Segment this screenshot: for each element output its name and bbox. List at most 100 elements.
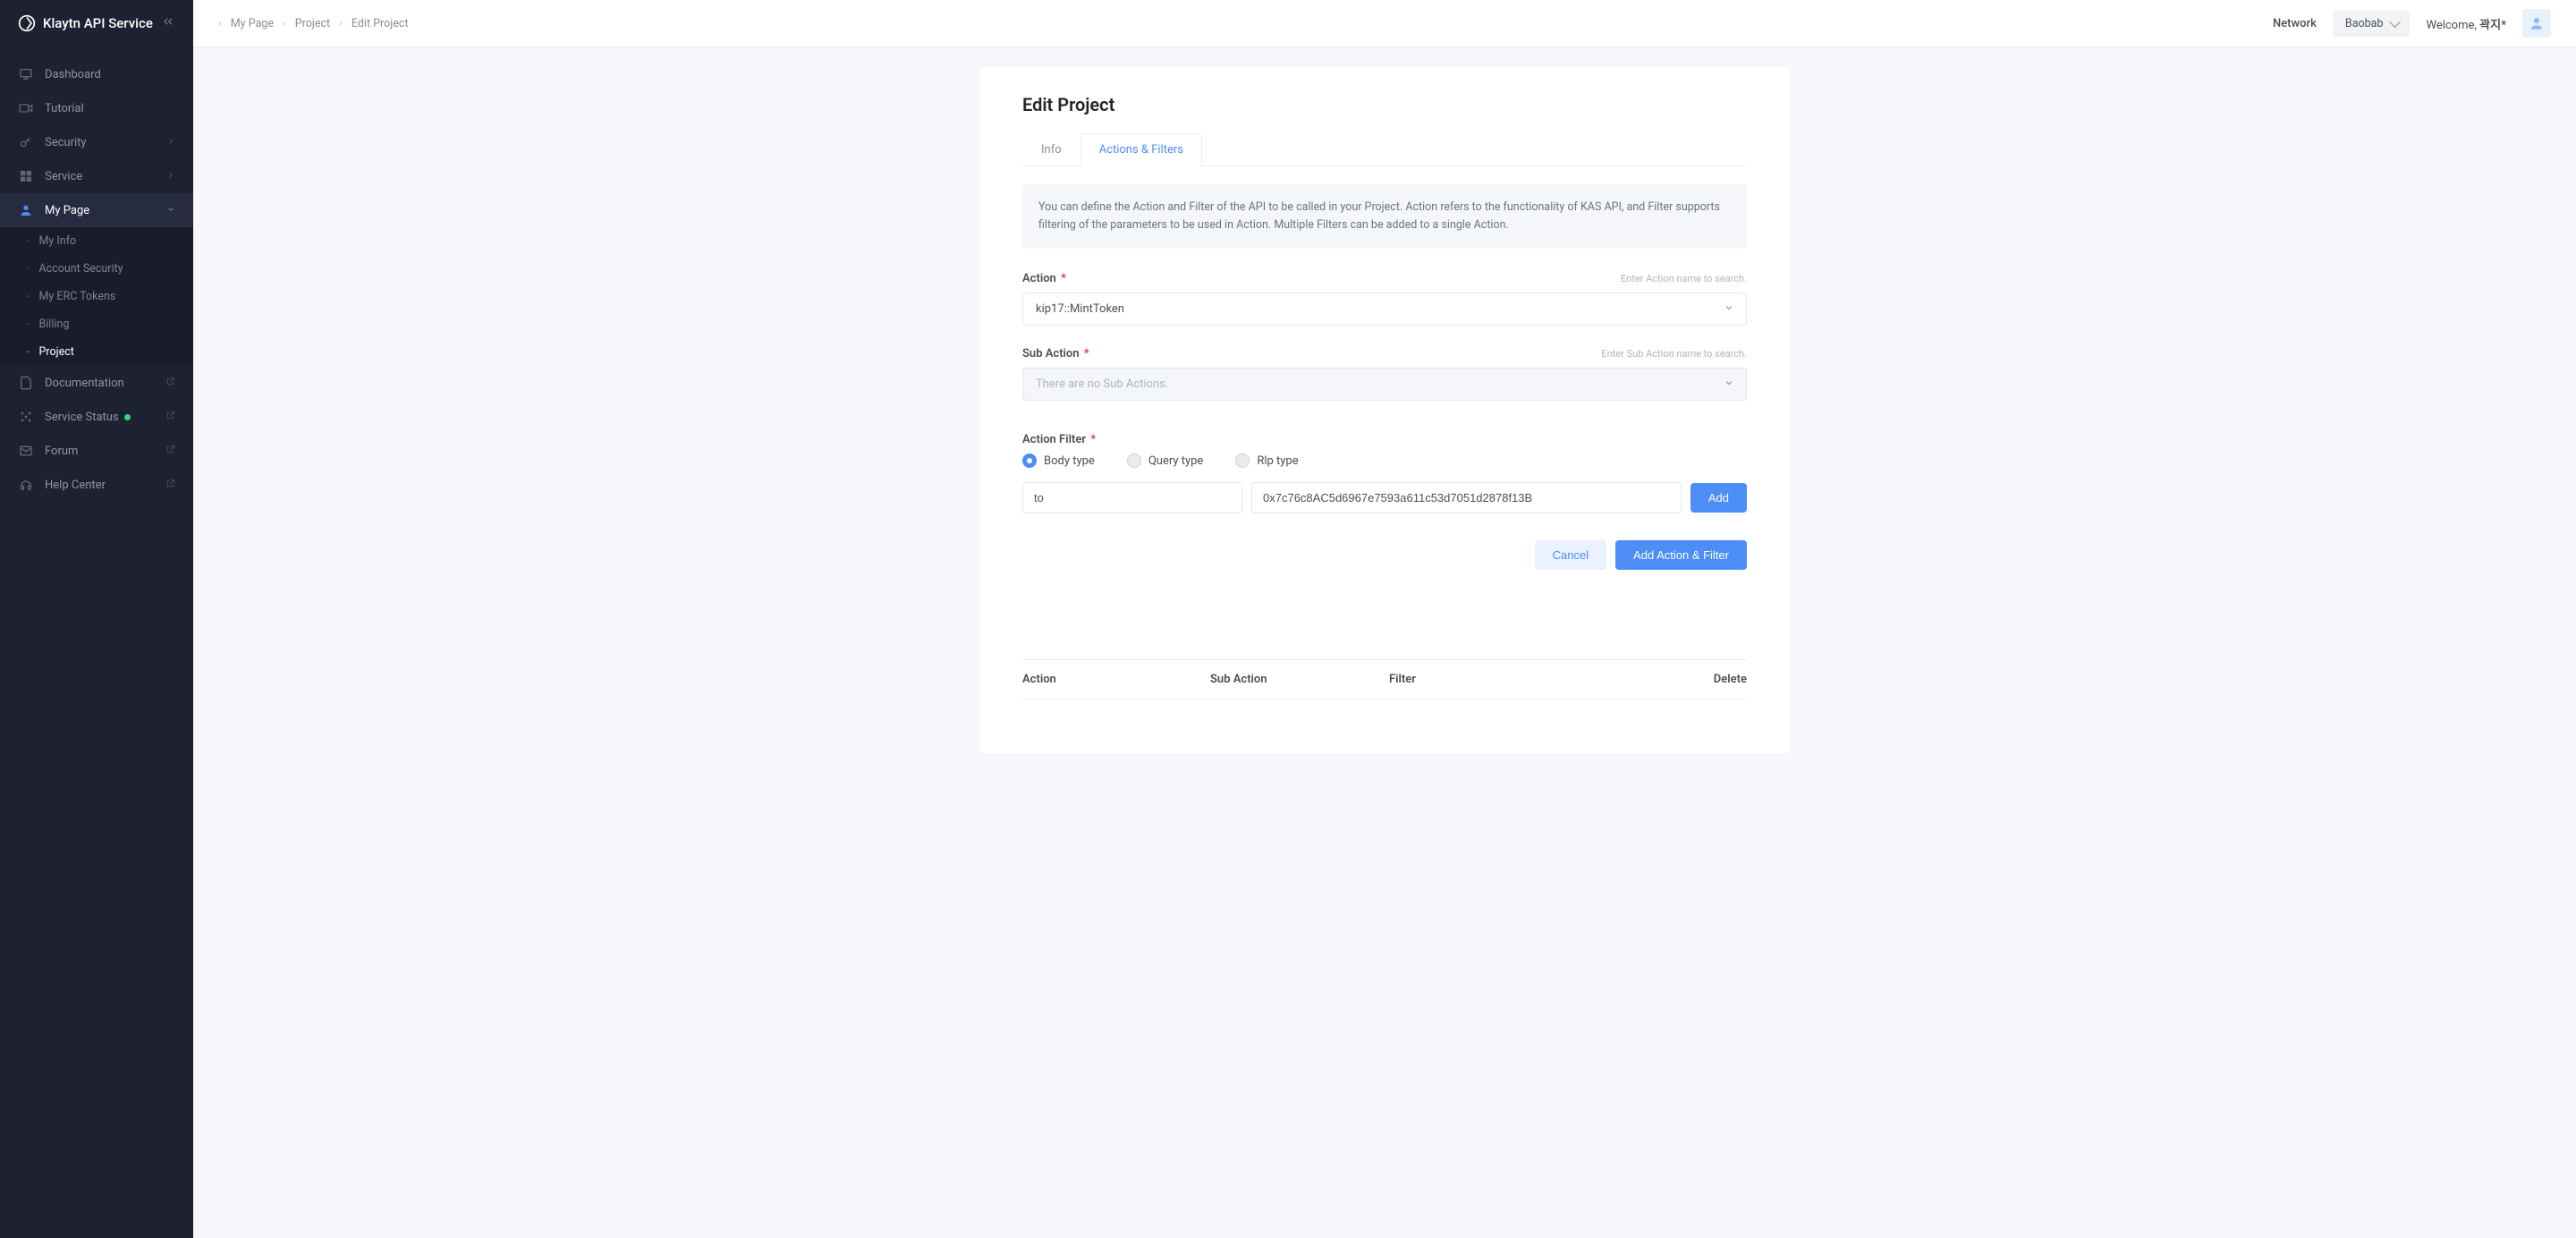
action-select[interactable]: kip17::MintToken bbox=[1022, 293, 1747, 326]
chevron-right-icon bbox=[166, 136, 175, 149]
chevron-right-icon: › bbox=[283, 17, 286, 30]
sidebar-item-service[interactable]: Service bbox=[0, 159, 193, 193]
sidebar-collapse-button[interactable] bbox=[161, 14, 175, 32]
sidebar-subitem-myinfo[interactable]: My Info bbox=[0, 227, 193, 255]
chevron-right-icon bbox=[166, 170, 175, 183]
brand-text: Klaytn API Service bbox=[43, 15, 153, 31]
sidebar-submenu: My Info Account Security My ERC Tokens B… bbox=[0, 227, 193, 366]
sidebar-subitem-accountsecurity[interactable]: Account Security bbox=[0, 255, 193, 283]
sidebar-item-mypage[interactable]: My Page bbox=[0, 193, 193, 227]
sidebar-subitem-project[interactable]: Project bbox=[0, 338, 193, 366]
video-icon bbox=[18, 100, 34, 116]
subaction-select[interactable]: There are no Sub Actions. bbox=[1022, 368, 1747, 401]
sidebar-item-servicestatus[interactable]: Service Status bbox=[0, 400, 193, 434]
filter-type-radios: Body type Query type Rlp type bbox=[1022, 454, 1747, 468]
sidebar-item-label: Service Status bbox=[45, 411, 119, 424]
th-filter: Filter bbox=[1389, 673, 1684, 686]
sidebar-item-security[interactable]: Security bbox=[0, 125, 193, 159]
tab-info[interactable]: Info bbox=[1022, 133, 1080, 166]
page-title: Edit Project bbox=[1022, 94, 1747, 115]
info-banner: You can define the Action and Filter of … bbox=[1022, 184, 1747, 249]
sidebar-subitem-label: Account Security bbox=[38, 262, 123, 276]
main-area: › My Page › Project › Edit Project Netwo… bbox=[193, 0, 2576, 1238]
sidebar-item-label: My Page bbox=[45, 204, 89, 217]
sidebar-subitem-label: My ERC Tokens bbox=[38, 290, 115, 303]
document-icon bbox=[18, 375, 34, 391]
radio-icon bbox=[1235, 454, 1250, 468]
form-actions: Cancel Add Action & Filter bbox=[1022, 540, 1747, 570]
breadcrumb: › My Page › Project › Edit Project bbox=[218, 17, 409, 30]
network-label: Network bbox=[2273, 17, 2317, 30]
radio-body-type[interactable]: Body type bbox=[1022, 454, 1095, 468]
sidebar-item-label: Service bbox=[45, 170, 82, 183]
chevron-down-icon bbox=[166, 204, 175, 217]
sidebar-item-label: Help Center bbox=[45, 479, 106, 492]
radio-label: Query type bbox=[1148, 454, 1204, 468]
sidebar-nav: Dashboard Tutorial Security Service My P… bbox=[0, 47, 193, 502]
filter-key-input[interactable] bbox=[1022, 482, 1242, 513]
radio-icon bbox=[1022, 454, 1037, 468]
sidebar-item-dashboard[interactable]: Dashboard bbox=[0, 57, 193, 91]
th-delete: Delete bbox=[1684, 673, 1747, 686]
th-subaction: Sub Action bbox=[1210, 673, 1389, 686]
subaction-label: Sub Action * bbox=[1022, 347, 1089, 360]
action-label: Action * bbox=[1022, 272, 1066, 285]
sidebar-item-label: Documentation bbox=[45, 377, 124, 390]
edit-project-card: Edit Project Info Actions & Filters You … bbox=[979, 67, 1790, 753]
action-filter-label: Action Filter * bbox=[1022, 433, 1096, 446]
network-select[interactable]: Baobab bbox=[2333, 11, 2411, 37]
sidebar-subitem-label: Project bbox=[38, 345, 73, 359]
sidebar-header: Klaytn API Service bbox=[0, 0, 193, 47]
th-action: Action bbox=[1022, 673, 1210, 686]
key-icon bbox=[18, 134, 34, 150]
sidebar-subitem-billing[interactable]: Billing bbox=[0, 310, 193, 338]
breadcrumb-item[interactable]: My Page bbox=[231, 17, 274, 30]
action-field: Action * Enter Action name to search. ki… bbox=[1022, 272, 1747, 326]
user-avatar[interactable] bbox=[2522, 9, 2551, 38]
sidebar: Klaytn API Service Dashboard Tutorial Se… bbox=[0, 0, 193, 1238]
sidebar-item-forum[interactable]: Forum bbox=[0, 434, 193, 468]
external-link-icon bbox=[165, 377, 175, 390]
klaytn-logo-icon bbox=[18, 14, 36, 32]
welcome-username: 곽지* bbox=[2479, 19, 2506, 32]
sidebar-item-label: Forum bbox=[45, 445, 78, 458]
action-hint: Enter Action name to search. bbox=[1621, 273, 1747, 284]
chevron-double-left-icon bbox=[161, 14, 175, 29]
user-icon bbox=[18, 202, 34, 218]
add-filter-button[interactable]: Add bbox=[1690, 483, 1747, 513]
radio-query-type[interactable]: Query type bbox=[1127, 454, 1204, 468]
sidebar-item-helpcenter[interactable]: Help Center bbox=[0, 468, 193, 502]
subaction-field: Sub Action * Enter Sub Action name to se… bbox=[1022, 347, 1747, 401]
action-select-value: kip17::MintToken bbox=[1022, 293, 1747, 326]
tab-actions-filters[interactable]: Actions & Filters bbox=[1080, 133, 1202, 166]
radio-icon bbox=[1127, 454, 1141, 468]
external-link-icon bbox=[165, 411, 175, 424]
sidebar-item-tutorial[interactable]: Tutorial bbox=[0, 91, 193, 125]
network-icon bbox=[18, 409, 34, 425]
sidebar-item-documentation[interactable]: Documentation bbox=[0, 366, 193, 400]
external-link-icon bbox=[165, 445, 175, 458]
sidebar-subitem-myerctokens[interactable]: My ERC Tokens bbox=[0, 283, 193, 310]
topbar-right: Network Baobab Welcome, 곽지* bbox=[2273, 9, 2551, 38]
network-select-value: Baobab bbox=[2333, 11, 2411, 37]
radio-rlp-type[interactable]: Rlp type bbox=[1235, 454, 1298, 468]
radio-label: Body type bbox=[1044, 454, 1095, 468]
breadcrumb-item[interactable]: Project bbox=[295, 17, 330, 30]
action-filter-field: Action Filter * Body type Query type Rlp… bbox=[1022, 433, 1747, 513]
radio-label: Rlp type bbox=[1257, 454, 1298, 468]
filter-value-input[interactable] bbox=[1251, 482, 1682, 513]
filter-table-header: Action Sub Action Filter Delete bbox=[1022, 659, 1747, 700]
sidebar-item-label: Dashboard bbox=[45, 68, 101, 81]
filter-input-row: Add bbox=[1022, 482, 1747, 513]
sidebar-subitem-label: Billing bbox=[38, 318, 69, 331]
sidebar-item-label: Security bbox=[45, 136, 87, 149]
external-link-icon bbox=[165, 479, 175, 492]
cancel-button[interactable]: Cancel bbox=[1535, 540, 1606, 570]
monitor-icon bbox=[18, 66, 34, 82]
sidebar-subitem-label: My Info bbox=[38, 234, 76, 248]
tabs: Info Actions & Filters bbox=[1022, 133, 1747, 166]
brand-logo[interactable]: Klaytn API Service bbox=[18, 14, 153, 32]
add-action-filter-button[interactable]: Add Action & Filter bbox=[1615, 540, 1747, 570]
subaction-select-placeholder: There are no Sub Actions. bbox=[1022, 368, 1747, 401]
topbar: › My Page › Project › Edit Project Netwo… bbox=[193, 0, 2576, 47]
